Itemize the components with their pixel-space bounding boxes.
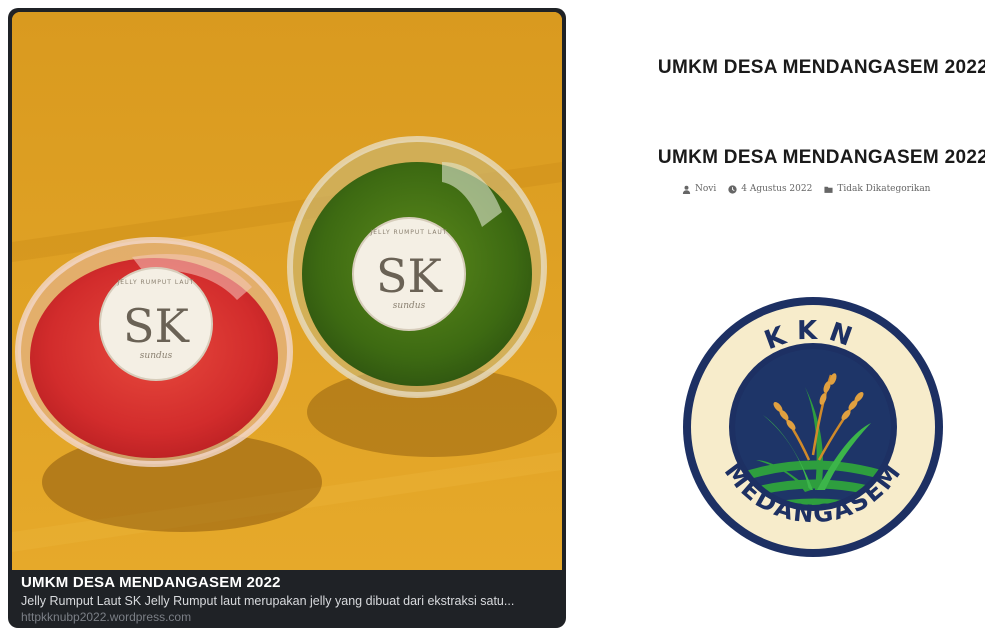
preview-url[interactable]: httpkknubp2022.wordpress.com xyxy=(21,609,561,625)
site-title[interactable]: UMKM DESA MENDANGASEM 2022 xyxy=(613,57,985,79)
svg-text:JELLY RUMPUT LAUT: JELLY RUMPUT LAUT xyxy=(370,229,448,236)
preview-description: Jelly Rumput Laut SK Jelly Rumput laut m… xyxy=(21,594,515,608)
svg-text:SK: SK xyxy=(123,299,191,353)
meta-date[interactable]: 4 Agustus 2022 xyxy=(728,184,812,194)
preview-title[interactable]: UMKM DESA MENDANGASEM 2022 xyxy=(21,573,561,593)
svg-text:JELLY RUMPUT LAUT: JELLY RUMPUT LAUT xyxy=(117,279,195,286)
post-meta: Novi 4 Agustus 2022 Tidak Dikategorikan xyxy=(682,184,930,194)
folder-icon xyxy=(824,186,833,193)
author-name[interactable]: Novi xyxy=(695,184,716,194)
svg-text:sundus: sundus xyxy=(140,351,173,361)
kkn-medangasem-emblem: KKN MEDANGASEM xyxy=(683,297,943,557)
svg-text:SK: SK xyxy=(376,249,444,303)
link-preview-card[interactable]: SK JELLY RUMPUT LAUT sundus SK JELLY RUM… xyxy=(8,8,566,628)
user-icon xyxy=(682,185,691,194)
meta-author[interactable]: Novi xyxy=(682,184,716,194)
post-category[interactable]: Tidak Dikategorikan xyxy=(837,184,930,194)
preview-photo: SK JELLY RUMPUT LAUT sundus SK JELLY RUM… xyxy=(12,12,562,570)
meta-category[interactable]: Tidak Dikategorikan xyxy=(824,184,930,194)
post-title[interactable]: UMKM DESA MENDANGASEM 2022 xyxy=(613,147,985,169)
kkn-logo: KKN MEDANGASEM xyxy=(681,295,945,559)
jelly-cups-photo: SK JELLY RUMPUT LAUT sundus SK JELLY RUM… xyxy=(12,12,562,570)
clock-icon xyxy=(728,184,737,194)
post-date[interactable]: 4 Agustus 2022 xyxy=(741,184,812,194)
svg-text:sundus: sundus xyxy=(393,301,426,311)
